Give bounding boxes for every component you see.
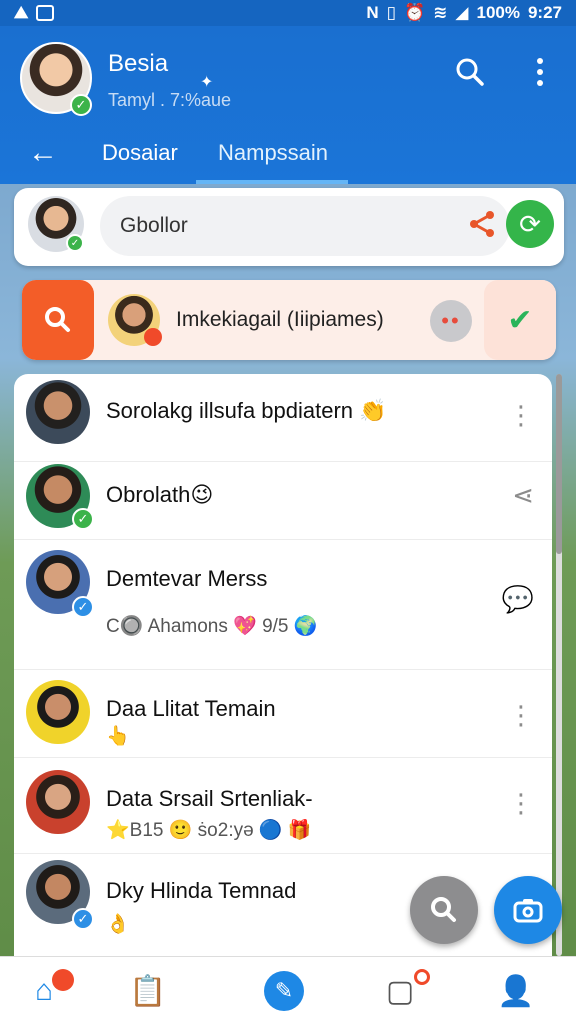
more-vertical-icon[interactable]: ⋮ — [508, 788, 534, 819]
chat-row[interactable]: Sorolakg illsufa bpdiatern 👏 ⋮ — [14, 374, 552, 462]
scrollbar[interactable] — [556, 374, 562, 956]
contact-avatar — [26, 770, 90, 834]
verified-icon: ✓ — [72, 908, 94, 930]
profile-icon[interactable]: 👤 — [496, 971, 536, 1011]
dots-icon: •• — [441, 308, 461, 333]
clipboard-icon[interactable]: 📋 — [128, 971, 168, 1011]
tab-dosaiar[interactable]: Dosaiar — [102, 140, 178, 166]
contact-avatar — [26, 380, 90, 444]
chat-subtitle: Tamyl . 7:%aue — [108, 90, 232, 110]
chat-row[interactable]: ✓ Obrolath😉 ⋖ — [14, 462, 552, 540]
sparkle-icon: ✦ — [200, 74, 214, 91]
check-icon: ✔ — [507, 303, 533, 337]
last-message: 👆 — [106, 726, 130, 747]
back-arrow-icon[interactable]: ← — [28, 136, 58, 170]
camera-icon — [513, 899, 543, 923]
search-button[interactable] — [450, 52, 490, 92]
tab-bar: ← Dosaiar Nampssain — [0, 128, 576, 184]
chat-row[interactable]: Daa Llitat Temain 👆 ⋮ — [14, 670, 552, 758]
contact-name: Dky Hlinda Temnad — [106, 878, 297, 903]
verified-icon: ✓ — [66, 234, 84, 252]
verified-icon: ✓ — [72, 508, 94, 530]
more-menu-button[interactable] — [520, 52, 560, 92]
refresh-icon: ⟳ — [519, 208, 541, 239]
status-dot — [144, 328, 162, 346]
signal-icon: ◢ — [455, 3, 469, 22]
compose-icon[interactable]: ✎ — [264, 971, 304, 1011]
options-button[interactable]: •• — [430, 300, 472, 342]
chat-list: Sorolakg illsufa bpdiatern 👏 ⋮ ✓ Obrolat… — [14, 374, 552, 956]
gallery-icon — [36, 5, 55, 21]
bottom-navigation: ⌂ 📋 ✎ ▢ 👤 — [0, 956, 576, 1024]
contact-name: Daa Llitat Temain — [106, 696, 276, 721]
app-header: ✓ Besia ✦ Tamyl . 7:%aue ← Dosaiar Namps… — [0, 26, 576, 184]
chat-bubble-icon[interactable]: 💬 — [502, 584, 534, 615]
search-icon — [431, 897, 456, 922]
wifi-icon: ≋ — [433, 3, 448, 22]
vibrate-icon: ▯ — [386, 3, 396, 22]
filter-label: Imkekiagail (Iiipiames) — [176, 308, 384, 331]
last-message: C🔘 Ahamons 💖 9/5 🌍 — [106, 616, 318, 637]
search-icon — [456, 58, 484, 86]
more-vertical-icon[interactable]: ⋮ — [508, 400, 534, 431]
notification-icon: ⛰ — [14, 3, 29, 22]
share-icon[interactable] — [468, 210, 496, 245]
search-input[interactable]: Gbollor — [100, 196, 510, 256]
search-icon — [45, 307, 70, 332]
contact-name: Sorolakg illsufa bpdiatern 👏 — [106, 398, 387, 423]
filter-card: Imkekiagail (Iiipiames) •• ✔ — [22, 280, 556, 360]
clock: 9:27 — [527, 3, 562, 22]
notification-badge — [52, 969, 74, 991]
refresh-button[interactable]: ⟳ — [506, 200, 554, 248]
camera-fab[interactable] — [494, 876, 562, 944]
last-message: 👌 — [106, 914, 130, 935]
contact-name: Obrolath😉 — [106, 482, 214, 507]
active-tab-indicator — [196, 180, 348, 184]
share-icon[interactable]: ⋖ — [512, 480, 534, 511]
filter-search-button[interactable] — [22, 280, 94, 360]
contact-name: Data Srsail Srtenliak- — [106, 786, 313, 811]
search-fab[interactable] — [410, 876, 478, 944]
search-card: ✓ Gbollor ⟳ — [14, 188, 564, 266]
last-message: ⭐B15 🙂 ṡo2:yə 🔵 🎁 — [106, 820, 312, 841]
chat-row[interactable]: Data Srsail Srtenliak- ⭐B15 🙂 ṡo2:yə 🔵 🎁… — [14, 758, 552, 854]
contact-name: Demtevar Merss — [106, 566, 268, 591]
status-bar: ⛰ N ▯ ⏰ ≋ ◢ 100% 9:27 — [0, 0, 576, 26]
verified-icon: ✓ — [70, 94, 92, 116]
nfc-icon: N — [366, 3, 379, 22]
verified-icon: ✓ — [72, 596, 94, 618]
notification-badge — [414, 969, 430, 985]
scrollbar-thumb[interactable] — [556, 374, 562, 554]
chat-row[interactable]: ✓ Demtevar Merss C🔘 Ahamons 💖 9/5 🌍 💬 — [14, 540, 552, 670]
more-vertical-icon[interactable]: ⋮ — [508, 700, 534, 731]
contact-avatar — [26, 680, 90, 744]
battery-text: 100% — [476, 3, 520, 22]
confirm-button[interactable]: ✔ — [484, 280, 556, 360]
tab-nampssain[interactable]: Nampssain — [218, 140, 328, 166]
chat-title: Besia — [108, 50, 169, 77]
more-vertical-icon — [537, 58, 543, 86]
alarm-icon: ⏰ — [403, 3, 426, 22]
search-input-value: Gbollor — [120, 214, 188, 237]
